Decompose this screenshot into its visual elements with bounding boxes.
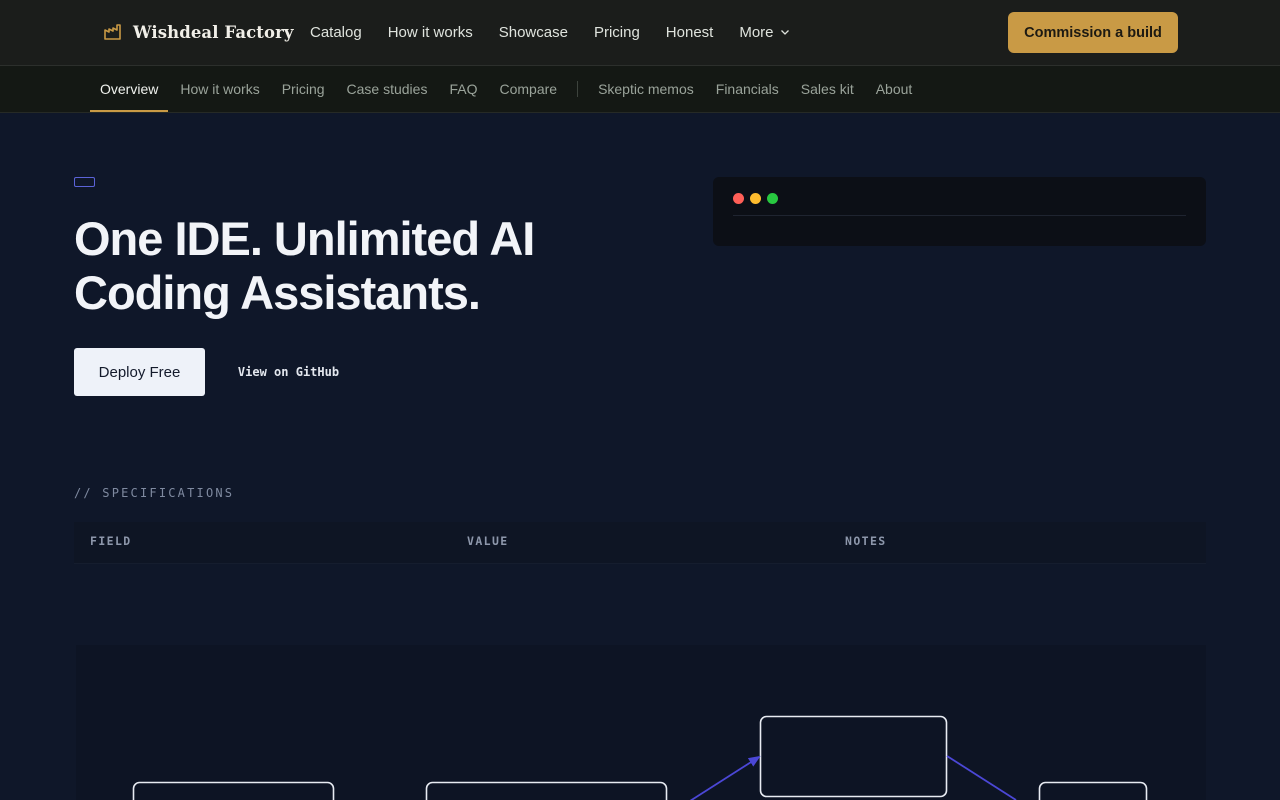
nav-item-showcase[interactable]: Showcase <box>499 24 568 41</box>
subnav-item-faq[interactable]: FAQ <box>439 66 487 112</box>
hero-title: One IDE. Unlimited AI Coding Assistants. <box>74 212 535 319</box>
subnav-item-pricing[interactable]: Pricing <box>272 66 335 112</box>
column-header-notes: NOTES <box>845 534 887 548</box>
nav-item-honest[interactable]: Honest <box>666 24 714 41</box>
diagram-node <box>132 781 335 800</box>
brand-name: Wishdeal Factory <box>133 22 294 42</box>
column-header-field: FIELD <box>90 534 132 548</box>
diagram-node <box>425 781 668 800</box>
subnav-item-compare[interactable]: Compare <box>489 66 567 112</box>
brand-logo[interactable]: Wishdeal Factory <box>103 22 294 42</box>
subnav-item-about[interactable]: About <box>866 66 923 112</box>
hero-badge <box>74 177 95 187</box>
window-minimize-dot <box>750 193 761 204</box>
column-header-value: VALUE <box>467 534 509 548</box>
nav-more-menu[interactable]: More <box>739 24 789 41</box>
nav-more-label: More <box>739 23 774 41</box>
commission-build-button[interactable]: Commission a build <box>1008 12 1178 53</box>
flow-diagram-canvas <box>132 715 1148 800</box>
section-subnav-bar: Overview How it works Pricing Case studi… <box>0 66 1280 113</box>
window-close-dot <box>733 193 744 204</box>
subnav-item-sales-kit[interactable]: Sales kit <box>791 66 864 112</box>
diagram-node <box>1038 781 1148 800</box>
factory-icon <box>104 24 121 40</box>
nav-item-how-it-works[interactable]: How it works <box>388 24 473 41</box>
terminal-divider <box>733 215 1186 216</box>
top-navigation-bar: Wishdeal Factory Catalog How it works Sh… <box>0 0 1280 66</box>
diagram-edge <box>689 755 761 800</box>
flow-diagram <box>76 645 1206 800</box>
view-on-github-button[interactable]: View on GitHub <box>216 348 361 396</box>
subnav-item-case-studies[interactable]: Case studies <box>337 66 438 112</box>
section-subnav: Overview How it works Pricing Case studi… <box>90 66 924 112</box>
specifications-table-header: FIELD VALUE NOTES <box>74 522 1206 564</box>
subnav-divider <box>577 81 579 97</box>
nav-item-pricing[interactable]: Pricing <box>594 24 640 41</box>
nav-item-catalog[interactable]: Catalog <box>310 24 362 41</box>
deploy-free-button[interactable]: Deploy Free <box>74 348 205 396</box>
subnav-item-how-it-works[interactable]: How it works <box>170 66 269 112</box>
subnav-item-financials[interactable]: Financials <box>706 66 789 112</box>
subnav-item-overview[interactable]: Overview <box>90 66 169 112</box>
diagram-edge <box>946 755 1017 800</box>
terminal-window <box>713 177 1206 246</box>
specifications-label: // SPECIFICATIONS <box>74 486 235 500</box>
window-maximize-dot <box>767 193 778 204</box>
subnav-item-skeptic-memos[interactable]: Skeptic memos <box>588 66 704 112</box>
main-nav: Catalog How it works Showcase Pricing Ho… <box>310 0 816 64</box>
diagram-node <box>759 715 948 798</box>
chevron-down-icon <box>780 30 789 35</box>
